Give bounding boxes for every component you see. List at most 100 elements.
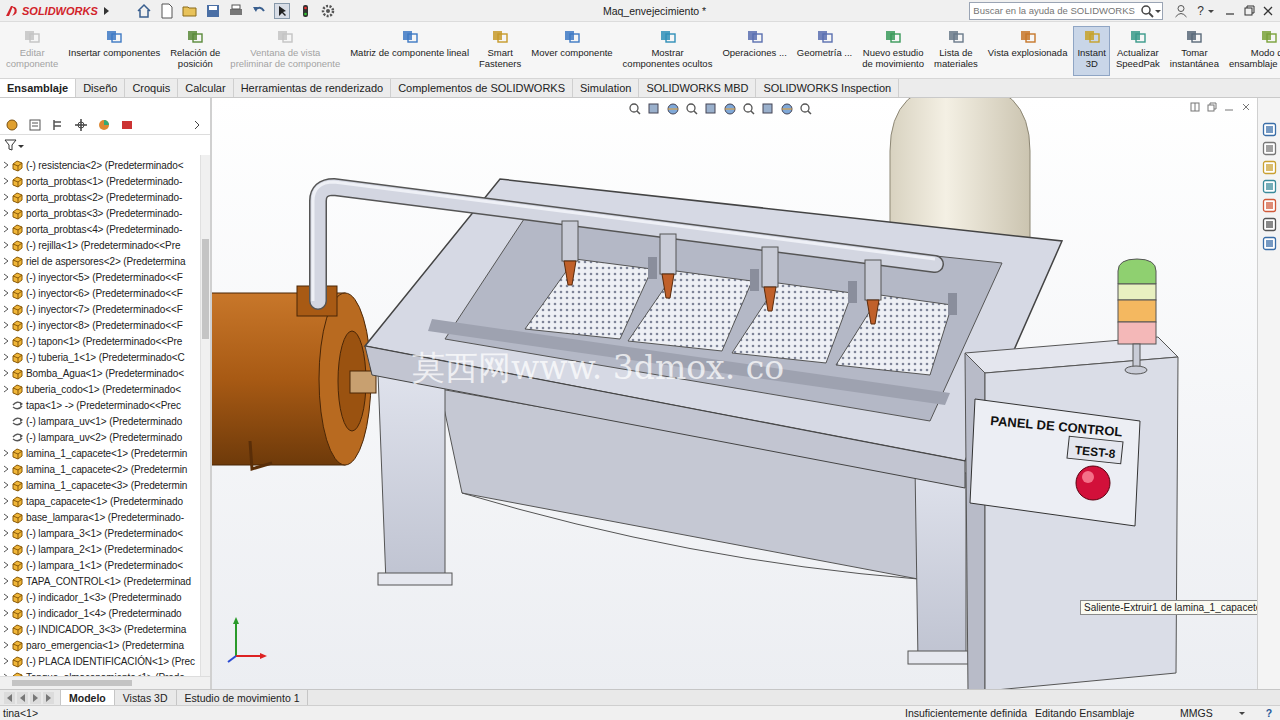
solidworks-logo[interactable]: SOLIDWORKS — [4, 4, 98, 18]
expand-arrow-icon[interactable] — [3, 464, 9, 474]
property-manager-icon[interactable] — [28, 118, 42, 132]
expand-arrow-icon[interactable] — [3, 576, 9, 586]
injectors[interactable] — [562, 221, 881, 324]
view-palette-icon[interactable] — [1262, 179, 1277, 194]
first-tab-icon[interactable] — [4, 692, 15, 704]
spray-pipe[interactable] — [313, 182, 935, 301]
options-gear-icon[interactable] — [320, 3, 336, 19]
scrollbar-thumb[interactable] — [12, 680, 132, 686]
tree-row[interactable]: (-) indicador_1<4> (Predeterminado — [0, 605, 200, 621]
expand-arrow-icon[interactable] — [3, 560, 9, 570]
tree-row[interactable]: porta_probtas<2> (Predeterminado- — [0, 189, 200, 205]
tree-row[interactable]: (-) lampara_uv<2> (Predeterminado — [0, 429, 200, 445]
ribbon-button[interactable]: Actualizar SpeedPak — [1112, 26, 1164, 76]
expand-arrow-icon[interactable] — [3, 624, 9, 634]
graphics-viewport[interactable]: PANEL DE CONTROLTEST-8莫西网www. 3dmox. coS… — [212, 98, 1257, 689]
configuration-icon[interactable] — [51, 118, 65, 132]
tree-more-icon[interactable] — [190, 118, 204, 132]
dimxpert-icon[interactable] — [74, 118, 88, 132]
units-status[interactable]: MMGS — [1180, 707, 1238, 719]
hide-show-icon[interactable] — [742, 102, 756, 116]
ribbon-button[interactable]: Operaciones ... — [718, 26, 790, 76]
expand-arrow-icon[interactable] — [3, 496, 9, 506]
status-help[interactable]: ? — [1258, 707, 1280, 719]
tree-row[interactable]: lamina_1_capacete<3> (Predetermin — [0, 477, 200, 493]
tree-row[interactable]: (-) PLACA IDENTIFICACIÓN<1> (Prec — [0, 653, 200, 669]
previous-tab-icon[interactable] — [17, 692, 28, 704]
control-box[interactable] — [965, 337, 1178, 689]
help-dropdown-icon[interactable] — [1207, 4, 1215, 18]
doc-close-icon[interactable] — [1241, 102, 1251, 112]
next-tab-icon[interactable] — [30, 692, 41, 704]
tree-row[interactable]: porta_probtas<1> (Predeterminado- — [0, 173, 200, 189]
expand-arrow-icon[interactable] — [3, 192, 9, 202]
ribbon-button[interactable]: Modo de ensamblaje grande — [1225, 26, 1280, 76]
tree-row[interactable]: lamina_1_capacete<2> (Predetermin — [0, 461, 200, 477]
section-view-icon[interactable] — [685, 102, 699, 116]
tree-row[interactable]: porta_probtas<4> (Predeterminado- — [0, 221, 200, 237]
tree-row[interactable]: base_lampara<1> (Predeterminado- — [0, 509, 200, 525]
expand-arrow-icon[interactable] — [3, 608, 9, 618]
bottom-tab[interactable]: Vistas 3D — [115, 690, 177, 705]
appearances-icon[interactable] — [1262, 198, 1277, 213]
new-document-icon[interactable] — [159, 3, 175, 19]
tree-row[interactable]: porta_probtas<3> (Predeterminado- — [0, 205, 200, 221]
restore-icon[interactable] — [1241, 4, 1257, 18]
custom-properties-icon[interactable] — [1262, 217, 1277, 232]
command-tab[interactable]: Herramientas de renderizado — [234, 79, 391, 97]
view-orientation-icon[interactable] — [704, 102, 718, 116]
select-pointer-icon[interactable] — [274, 3, 290, 19]
signal-tower[interactable] — [1118, 259, 1156, 374]
command-tab[interactable]: Simulation — [573, 79, 639, 97]
storage-tank[interactable] — [890, 98, 1030, 241]
save-icon[interactable] — [205, 3, 221, 19]
tree-row[interactable]: (-) tapon<1> (Predeterminado<<Pre — [0, 333, 200, 349]
expand-arrow-icon[interactable] — [3, 640, 9, 650]
expand-arrow-icon[interactable] — [3, 272, 9, 282]
zoom-area-icon[interactable] — [647, 102, 661, 116]
search-magnifier-icon[interactable] — [1140, 4, 1154, 18]
file-explorer-icon[interactable] — [1262, 160, 1277, 175]
feature-manager-icon[interactable] — [5, 118, 19, 132]
expand-arrow-icon[interactable] — [3, 208, 9, 218]
ribbon-button[interactable]: Matriz de componente lineal — [346, 26, 473, 76]
tree-row[interactable]: TAPA_CONTROL<1> (Predeterminad — [0, 573, 200, 589]
ribbon-button[interactable]: Geometría ... — [793, 26, 856, 76]
command-tab[interactable]: Diseño — [76, 79, 125, 97]
tree-row[interactable]: paro_emergencia<1> (Predetermina — [0, 637, 200, 653]
previous-view-icon[interactable] — [666, 102, 680, 116]
doc-tile-icon[interactable] — [1190, 102, 1200, 112]
undo-icon[interactable] — [251, 3, 267, 19]
tree-row[interactable]: riel de aspersores<2> (Predetermina — [0, 253, 200, 269]
traffic-light-icon[interactable] — [297, 3, 313, 19]
print-icon[interactable] — [228, 3, 244, 19]
expand-arrow-icon[interactable] — [3, 256, 9, 266]
tree-row[interactable]: (-) lampara_3<1> (Predeterminado< — [0, 525, 200, 541]
expand-arrow-icon[interactable] — [3, 352, 9, 362]
water-pump[interactable] — [212, 286, 376, 469]
tree-row[interactable]: Tanque_almacenamiento<1> (Predo — [0, 669, 200, 676]
search-dropdown-icon[interactable] — [1154, 4, 1162, 18]
minimize-icon[interactable] — [1222, 4, 1238, 18]
display-manager-icon[interactable] — [97, 118, 111, 132]
tree-row[interactable]: (-) inyector<7> (Predeterminado<<F — [0, 301, 200, 317]
cam-icon[interactable] — [120, 118, 134, 132]
zoom-fit-icon[interactable] — [628, 102, 642, 116]
expand-arrow-icon[interactable] — [3, 512, 9, 522]
resources-home-icon[interactable] — [1262, 122, 1277, 137]
tree-row[interactable]: (-) lampara_uv<1> (Predeterminado — [0, 413, 200, 429]
tree-row[interactable]: (-) inyector<6> (Predeterminado<<F — [0, 285, 200, 301]
tree-row[interactable]: (-) resistencia<2> (Predeterminado< — [0, 157, 200, 173]
ribbon-button[interactable]: Vista explosionada — [984, 26, 1072, 76]
expand-arrow-icon[interactable] — [3, 336, 9, 346]
units-dropdown-icon[interactable] — [1238, 707, 1246, 719]
menu-arrow-icon[interactable] — [101, 5, 111, 17]
ribbon-button[interactable]: Relación de posición — [166, 26, 224, 76]
tree-row[interactable]: (-) lampara_1<1> (Predeterminado< — [0, 557, 200, 573]
ribbon-button[interactable]: Smart Fasteners — [475, 26, 525, 76]
tree-row[interactable]: (-) inyector<8> (Predeterminado<<F — [0, 317, 200, 333]
expand-arrow-icon[interactable] — [3, 240, 9, 250]
expand-arrow-icon[interactable] — [3, 656, 9, 666]
expand-arrow-icon[interactable] — [3, 592, 9, 602]
ribbon-button[interactable]: Insertar componentes — [64, 26, 164, 76]
